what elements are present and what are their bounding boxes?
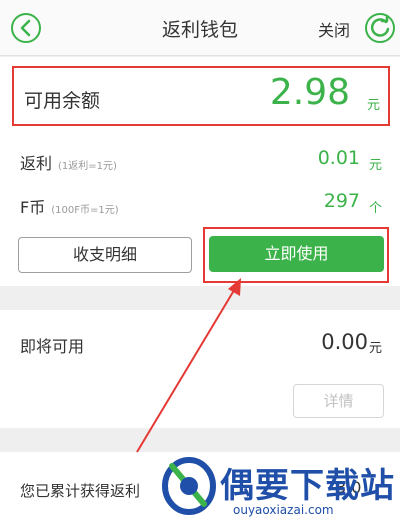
annotation-arrow xyxy=(136,278,241,453)
watermark-logo-icon xyxy=(162,457,216,515)
watermark-brand: 偶要下载站 xyxy=(220,466,395,506)
watermark-url: ouyaoxiazai.com xyxy=(233,503,334,517)
